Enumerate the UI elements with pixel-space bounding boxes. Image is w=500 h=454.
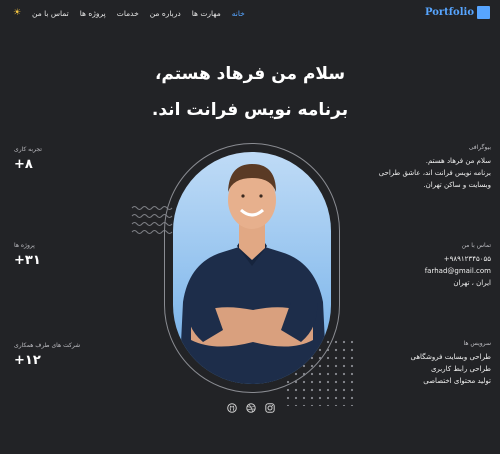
bio-line: وبسایت و ساکن تهران. xyxy=(423,181,491,189)
contact-section: تماس با من +۹۸۹۱۲۳۴۵۰۵۵ farhad@gmail.com… xyxy=(361,242,491,289)
service-item: تولید محتوای اختصاصی xyxy=(423,377,491,385)
contact-phone[interactable]: +۹۸۹۱۲۳۴۵۰۵۵ xyxy=(361,253,491,265)
github-icon[interactable] xyxy=(227,398,237,413)
nav-item-about[interactable]: درباره من xyxy=(150,9,181,18)
stat-value: +۳۱ xyxy=(14,253,41,268)
logo-text: Portfolio xyxy=(424,7,474,18)
stat-companies: شرکت های طرف همکاری +۱۲ xyxy=(14,342,80,368)
hero-title-line1: سلام من فرهاد هستم، xyxy=(154,64,346,84)
logo[interactable]: Portfolio xyxy=(425,6,490,19)
service-item: طراحی رابط کاربری xyxy=(430,365,491,373)
services-section: سرویس ها طراحی وبسایت فروشگاهی طراحی راب… xyxy=(361,340,492,387)
bio-label: بیوگرافی xyxy=(468,144,491,151)
sun-icon[interactable]: ☀ xyxy=(13,9,21,18)
nav-item-home[interactable]: خانه xyxy=(232,9,245,18)
profile-photo xyxy=(173,152,331,384)
stat-label: پروژه ها xyxy=(14,242,35,249)
nav-item-contact[interactable]: تماس با من xyxy=(32,9,69,18)
social-links xyxy=(227,398,275,413)
stat-value: +۱۲ xyxy=(14,353,41,368)
stat-experience: تجربه کاری +۸ xyxy=(14,146,42,172)
contact-email[interactable]: farhad@gmail.com xyxy=(361,265,491,277)
bio-section: بیوگرافی سلام من فرهاد هستم. برنامه نویس… xyxy=(361,144,491,191)
nav-item-services[interactable]: خدمات xyxy=(117,9,139,18)
hero-title-line2: برنامه نویس فرانت اند. xyxy=(151,100,349,120)
main-nav: خانه مهارت ها درباره من خدمات پروژه ها ت… xyxy=(32,9,245,18)
service-item: طراحی وبسایت فروشگاهی xyxy=(410,353,492,361)
bio-line: سلام من فرهاد هستم. xyxy=(425,157,491,165)
services-label: سرویس ها xyxy=(463,340,491,347)
stat-label: تجربه کاری xyxy=(14,146,42,153)
header: ☀ خانه مهارت ها درباره من خدمات پروژه ها… xyxy=(0,0,500,30)
nav-item-projects[interactable]: پروژه ها xyxy=(80,9,106,18)
contact-city: ایران ، تهران xyxy=(453,279,491,287)
contact-label: تماس با من xyxy=(461,242,491,249)
instagram-icon[interactable] xyxy=(265,398,275,413)
bio-line: برنامه نویس فرانت اند، عاشق طراحی xyxy=(378,169,491,177)
nav-item-skills[interactable]: مهارت ها xyxy=(192,9,221,18)
stat-projects: پروژه ها +۳۱ xyxy=(14,242,41,268)
logo-mark-icon xyxy=(477,6,490,19)
stat-value: +۸ xyxy=(14,157,33,172)
dribbble-icon[interactable] xyxy=(246,398,256,413)
stat-label: شرکت های طرف همکاری xyxy=(14,342,81,349)
